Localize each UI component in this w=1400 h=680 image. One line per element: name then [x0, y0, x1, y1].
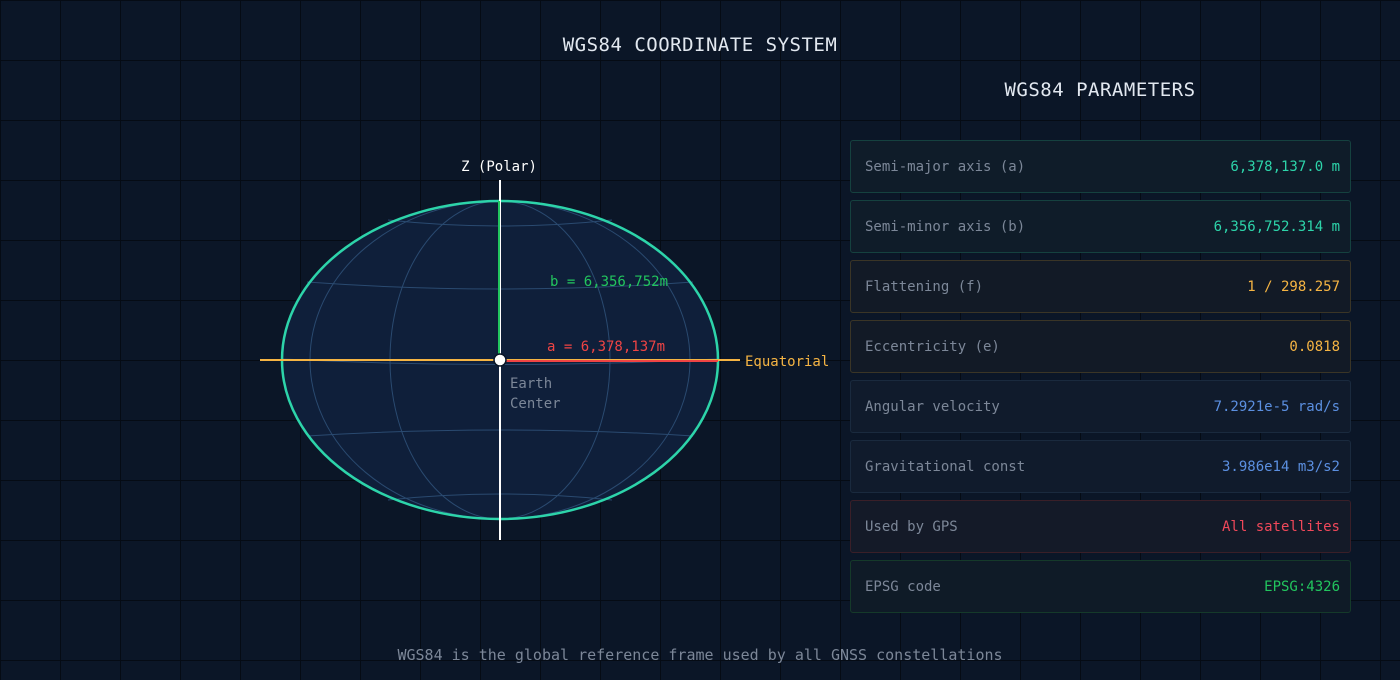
param-label: Semi-major axis (a)	[865, 158, 1026, 175]
param-value: 6,378,137.0 m	[1230, 158, 1340, 175]
param-value: 1 / 298.257	[1247, 278, 1340, 295]
param-value: 6,356,752.314 m	[1213, 218, 1340, 235]
equatorial-axis-label: Equatorial	[745, 354, 829, 370]
ellipsoid-diagram: Z (Polar) Equatorial b = 6,356,752m a = …	[260, 159, 829, 540]
param-label: Angular velocity	[865, 398, 1000, 415]
param-value: 7.2921e-5 rad/s	[1213, 398, 1340, 415]
semi-major-label: a = 6,378,137m	[547, 339, 665, 355]
param-row-gravitational-const: Gravitational const 3.986e14 m3/s2	[850, 440, 1351, 493]
parameters-list: Semi-major axis (a) 6,378,137.0 m Semi-m…	[850, 140, 1351, 620]
param-label: Gravitational const	[865, 458, 1026, 475]
param-value: 3.986e14 m3/s2	[1221, 458, 1340, 475]
param-label: EPSG code	[865, 578, 941, 595]
param-row-eccentricity: Eccentricity (e) 0.0818	[850, 320, 1351, 373]
param-value: 0.0818	[1289, 338, 1340, 355]
param-label: Used by GPS	[865, 518, 958, 535]
parameters-panel-title: WGS84 PARAMETERS	[1004, 79, 1196, 101]
param-row-angular-velocity: Angular velocity 7.2921e-5 rad/s	[850, 380, 1351, 433]
earth-center-label-line2: Center	[510, 396, 561, 412]
param-row-used-by-gps: Used by GPS All satellites	[850, 500, 1351, 553]
param-label: Semi-minor axis (b)	[865, 218, 1026, 235]
param-row-epsg-code: EPSG code EPSG:4326	[850, 560, 1351, 613]
semi-minor-label: b = 6,356,752m	[550, 274, 668, 290]
param-label: Flattening (f)	[865, 278, 984, 295]
param-label: Eccentricity (e)	[865, 338, 1000, 355]
param-row-semi-minor-axis: Semi-minor axis (b) 6,356,752.314 m	[850, 200, 1351, 253]
param-value: EPSG:4326	[1264, 578, 1340, 595]
param-row-flattening: Flattening (f) 1 / 298.257	[850, 260, 1351, 313]
earth-center-point	[493, 353, 507, 367]
param-row-semi-major-axis: Semi-major axis (a) 6,378,137.0 m	[850, 140, 1351, 193]
polar-axis-label: Z (Polar)	[461, 159, 537, 175]
param-value: All satellites	[1221, 518, 1340, 535]
footer-caption: WGS84 is the global reference frame used…	[397, 646, 1003, 664]
earth-center-label-line1: Earth	[510, 376, 552, 392]
